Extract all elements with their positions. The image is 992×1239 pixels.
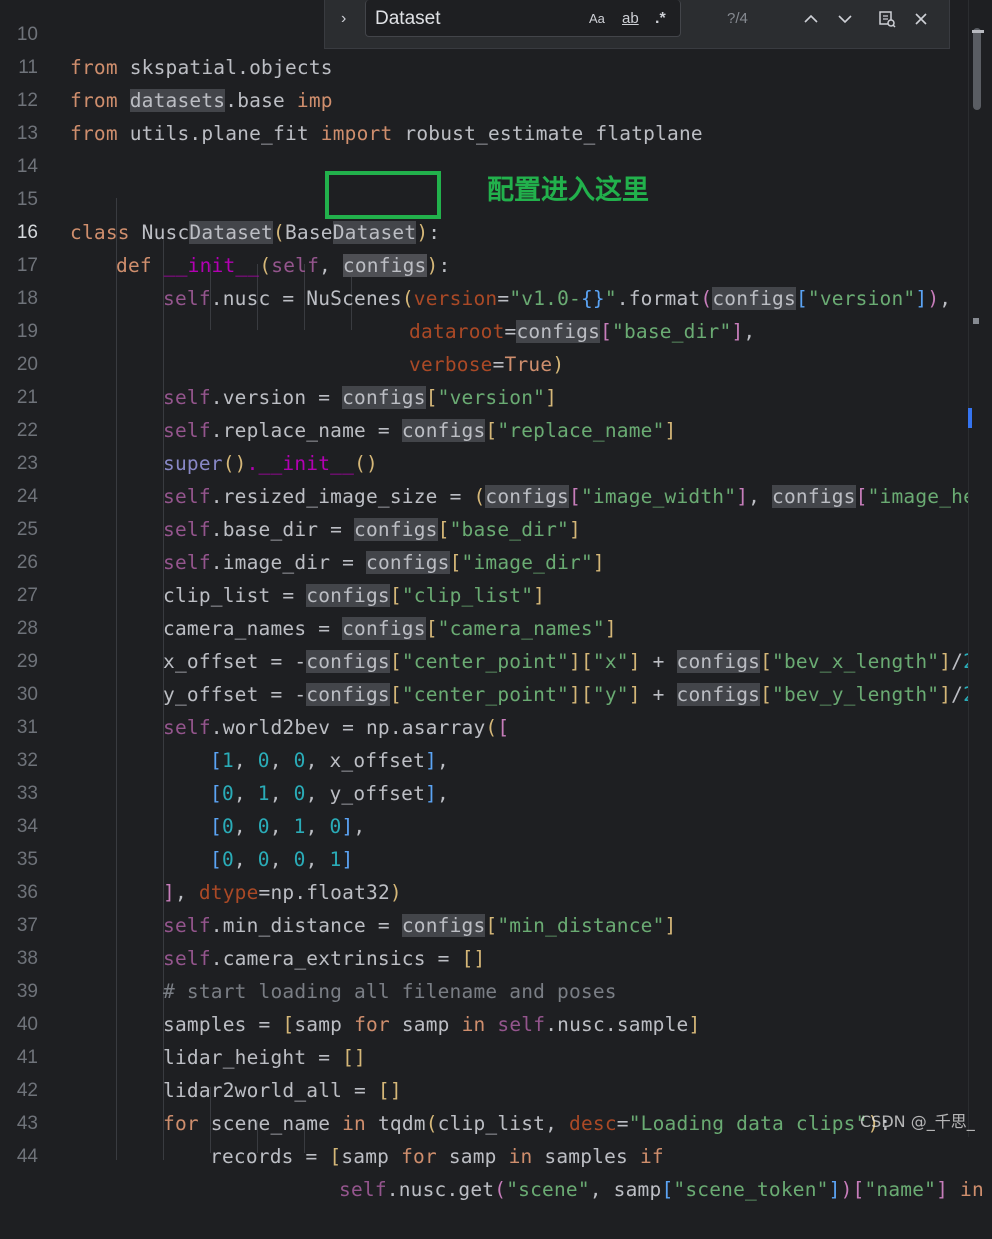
code-line[interactable]: 23 self.resized_image_size = (configs["i…	[0, 414, 992, 508]
code-editor[interactable]: 10 from skspatial.objects 11 from datase…	[0, 0, 992, 1201]
select-all-icon	[879, 11, 896, 28]
code-line[interactable]: 14	[0, 117, 968, 177]
vertical-scrollbar[interactable]	[968, 0, 992, 1137]
search-query: Dataset	[375, 8, 441, 29]
code-line[interactable]: 38 # start loading all filename and pose…	[0, 909, 968, 1003]
code-line[interactable]: 20 self.version = configs["version"]	[0, 315, 968, 409]
annotation-text: 配置进入这里	[487, 175, 649, 206]
regex-toggle[interactable]: .*	[655, 0, 666, 37]
code-line[interactable]: 40 lidar_height = []	[0, 975, 968, 1069]
code-line[interactable]: 13	[0, 84, 968, 144]
code-line[interactable]: 30 self.world2bev = np.asarray([	[0, 645, 968, 739]
code-line[interactable]: 31 [1, 0, 0, x_offset],	[0, 678, 968, 772]
code-line[interactable]: 41 lidar2world_all = []	[0, 1008, 968, 1102]
chevron-up-icon	[804, 14, 818, 23]
code-line[interactable]: 32 [0, 1, 0, y_offset],	[0, 711, 968, 805]
chevron-right-icon[interactable]: ›	[341, 0, 346, 37]
code-line[interactable]: 18 dataroot=configs["base_dir"],	[0, 249, 968, 343]
code-line[interactable]: 16 def __init__(self, configs):	[0, 183, 968, 277]
filter-results-button[interactable]	[878, 0, 896, 37]
scrollbar-thumb[interactable]	[973, 28, 981, 110]
match-case-toggle[interactable]: Aa	[589, 0, 605, 37]
code-line[interactable]: 44 self.nusc.get("scene", samp["scene_to…	[0, 1107, 984, 1201]
code-line[interactable]: 39 samples = [samp for samp in self.nusc…	[0, 942, 968, 1036]
code-line[interactable]: 34 [0, 0, 0, 1]	[0, 777, 968, 871]
find-panel: › Dataset Aa ab .* ?/4	[324, 0, 950, 49]
code-line[interactable]: 28 x_offset = -configs["center_point"]["…	[0, 579, 975, 673]
previous-match-button[interactable]	[803, 0, 819, 37]
watermark: CSDN @_千思_	[860, 1112, 975, 1131]
code-line[interactable]: 36 self.min_distance = configs["min_dist…	[0, 843, 968, 937]
code-line[interactable]: 35 ], dtype=np.float32)	[0, 810, 968, 904]
code-line[interactable]: 43 records = [samp for samp in samples i…	[0, 1074, 968, 1168]
code-line[interactable]: 21 self.replace_name = configs["replace_…	[0, 348, 968, 442]
scroll-marker	[968, 408, 972, 428]
match-count: ?/4	[727, 10, 748, 27]
code-line[interactable]: 27 camera_names = configs["camera_names"…	[0, 546, 968, 640]
code-line[interactable]: 12 from utils.plane_fit import robust_es…	[0, 51, 968, 145]
line-number: 44	[16, 1146, 38, 1167]
code-line[interactable]: 42 for scene_name in tqdm(clip_list, des…	[0, 1041, 968, 1135]
close-icon	[915, 13, 927, 25]
next-match-button[interactable]	[837, 0, 853, 37]
whole-words-toggle[interactable]: ab	[622, 0, 639, 37]
code-line[interactable]: 19 verbose=True)	[0, 282, 968, 376]
code-line[interactable]: 24 self.base_dir = configs["base_dir"]	[0, 447, 968, 541]
scroll-marker	[973, 318, 979, 324]
scroll-marker	[972, 30, 984, 33]
annotation-highlight-box	[325, 171, 441, 219]
code-line[interactable]: 26 clip_list = configs["clip_list"]	[0, 513, 968, 607]
close-button[interactable]	[913, 0, 929, 37]
code-line[interactable]: 25 self.image_dir = configs["image_dir"]	[0, 480, 968, 574]
code-line[interactable]: 22 super().__init__()	[0, 381, 968, 475]
code-line[interactable]: 33 [0, 0, 1, 0],	[0, 744, 968, 838]
code-line[interactable]: 17 self.nusc = NuScenes(version="v1.0-{}…	[0, 216, 968, 310]
chevron-down-icon	[838, 15, 852, 23]
code-line[interactable]: 15 class NuscDataset(BaseDataset):	[0, 150, 968, 244]
code-line[interactable]: 29 y_offset = -configs["center_point"]["…	[0, 612, 975, 706]
code-line[interactable]: 37 self.camera_extrinsics = []	[0, 876, 968, 970]
